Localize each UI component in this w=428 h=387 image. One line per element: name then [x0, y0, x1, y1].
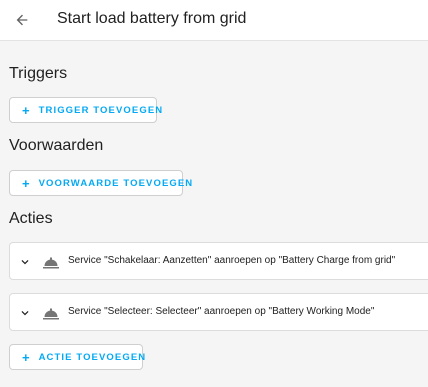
chevron-down-icon[interactable]: [18, 255, 32, 269]
action-card-2[interactable]: Service "Selecteer: Selecteer" aanroepen…: [9, 293, 428, 331]
chevron-down-icon[interactable]: [18, 306, 32, 320]
service-icon: [43, 308, 59, 320]
plus-icon: +: [22, 102, 30, 118]
plus-icon: +: [22, 349, 30, 365]
plus-icon: +: [22, 175, 30, 191]
add-action-button[interactable]: + ACTIE TOEVOEGEN: [9, 344, 145, 370]
add-trigger-button[interactable]: + TRIGGER TOEVOEGEN: [9, 97, 162, 123]
action-card-1[interactable]: Service "Schakelaar: Aanzetten" aanroepe…: [9, 242, 428, 280]
back-button[interactable]: [8, 6, 36, 34]
page-title: Start load battery from grid: [57, 10, 247, 27]
service-icon: [43, 257, 59, 269]
actions-heading: Acties: [9, 210, 53, 227]
add-condition-button[interactable]: + VOORWAARDE TOEVOEGEN: [9, 170, 192, 196]
triggers-heading: Triggers: [9, 65, 68, 82]
action-description: Service "Schakelaar: Aanzetten" aanroepe…: [68, 255, 396, 266]
add-trigger-label: TRIGGER TOEVOEGEN: [38, 104, 164, 116]
add-action-label: ACTIE TOEVOEGEN: [38, 351, 147, 363]
top-app-bar: Start load battery from grid: [0, 0, 428, 41]
arrow-left-icon: [16, 14, 28, 26]
conditions-heading: Voorwaarden: [9, 137, 104, 154]
action-description: Service "Selecteer: Selecteer" aanroepen…: [68, 306, 375, 317]
add-condition-label: VOORWAARDE TOEVOEGEN: [38, 177, 194, 189]
